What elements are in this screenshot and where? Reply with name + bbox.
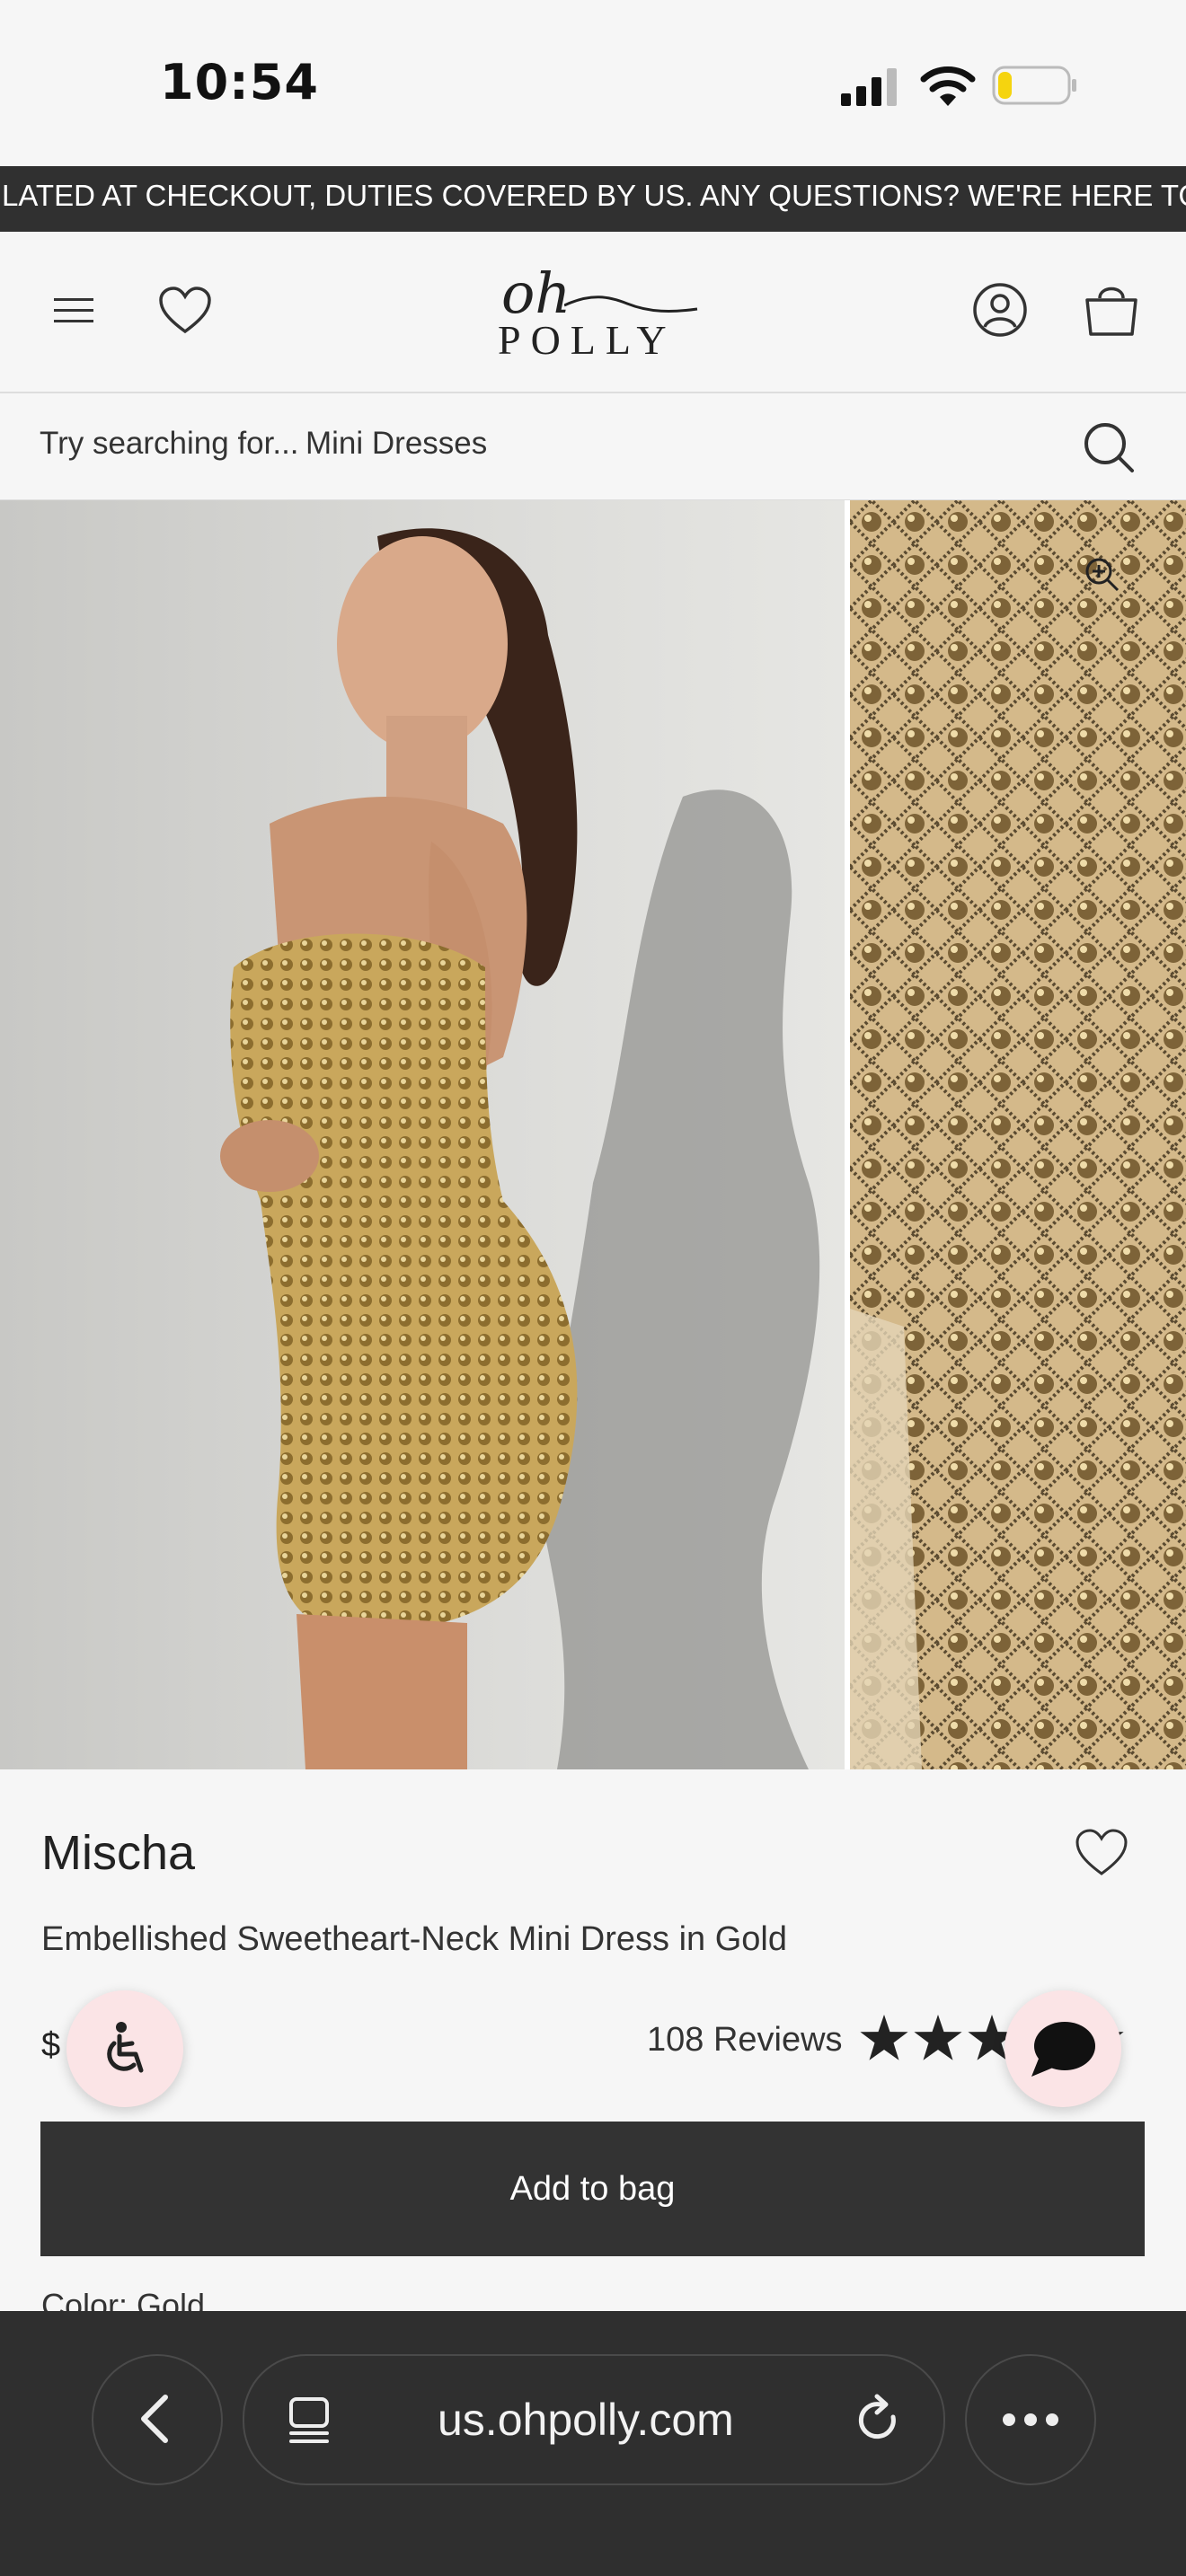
star-icon	[914, 2015, 962, 2060]
product-subtitle: Embellished Sweetheart-Neck Mini Dress i…	[41, 1920, 787, 1958]
chat-bubble-icon	[1031, 2022, 1095, 2077]
announcement-bar: LATED AT CHECKOUT, DUTIES COVERED BY US.…	[0, 166, 1186, 232]
menu-icon[interactable]	[52, 295, 95, 327]
reviews-link[interactable]: 108 Reviews	[647, 2021, 843, 2060]
zoom-icon[interactable]	[1084, 556, 1120, 592]
product-name: Mischa	[41, 1826, 196, 1880]
address-bar[interactable]: us.ohpolly.com	[243, 2354, 945, 2485]
add-to-bag-button[interactable]: Add to bag	[40, 2122, 1145, 2256]
status-time: 10:54	[160, 54, 319, 110]
heart-icon[interactable]	[1075, 1829, 1128, 1877]
brand-logo[interactable]: oh POLLY	[492, 260, 698, 365]
chat-button[interactable]	[1005, 1990, 1121, 2107]
search-bar[interactable]: Try searching for... Mini Dresses	[0, 393, 1186, 501]
tabs-icon[interactable]	[286, 2395, 332, 2446]
heart-icon[interactable]	[158, 286, 212, 336]
back-button[interactable]	[92, 2354, 223, 2485]
product-price: $	[41, 2026, 61, 2064]
site-header: oh POLLY	[0, 232, 1186, 393]
cellular-signal-icon	[841, 68, 897, 106]
account-icon[interactable]	[972, 282, 1028, 338]
accessibility-icon	[107, 2022, 144, 2073]
product-main-image[interactable]	[0, 500, 845, 1769]
accessibility-button[interactable]	[66, 1990, 183, 2107]
url-text[interactable]: us.ohpolly.com	[438, 2394, 734, 2446]
battery-icon	[992, 66, 1076, 105]
search-suggestion[interactable]: Mini Dresses	[305, 426, 487, 462]
bag-icon[interactable]	[1082, 280, 1141, 340]
more-options-icon	[1003, 2413, 1058, 2426]
product-info: Mischa Embellished Sweetheart-Neck Mini …	[0, 1769, 1186, 2324]
browser-toolbar: us.ohpolly.com	[0, 2311, 1186, 2576]
chevron-left-icon	[141, 2395, 168, 2443]
reload-icon[interactable]	[854, 2394, 904, 2448]
search-prompt: Try searching for...	[40, 426, 299, 461]
brand-logo-polly: POLLY	[498, 317, 677, 363]
product-detail-image[interactable]	[850, 500, 1186, 1769]
more-options-button[interactable]	[965, 2354, 1096, 2485]
announcement-text: LATED AT CHECKOUT, DUTIES COVERED BY US.…	[2, 179, 1186, 212]
status-bar: 10:54	[0, 0, 1186, 166]
search-icon[interactable]	[1082, 420, 1136, 474]
wifi-icon	[920, 66, 976, 106]
star-icon	[860, 2015, 908, 2060]
product-image-gallery[interactable]	[0, 500, 1186, 1769]
